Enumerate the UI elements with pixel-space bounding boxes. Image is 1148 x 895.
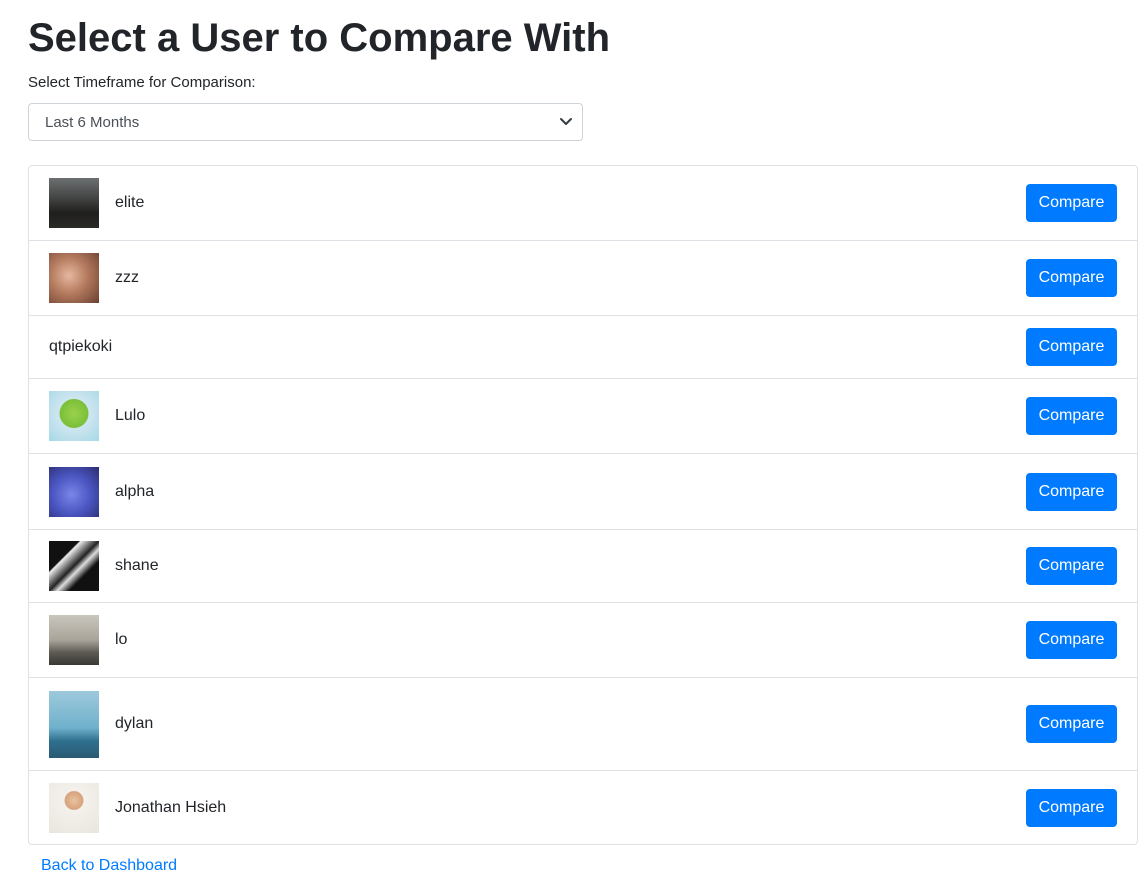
avatar — [49, 615, 99, 665]
user-name: Lulo — [115, 407, 146, 424]
user-name: alpha — [115, 482, 155, 500]
page-container: Select a User to Compare With Select Tim… — [0, 0, 1148, 875]
compare-button[interactable]: Compare — [1026, 705, 1117, 743]
list-item: dylan Compare — [29, 677, 1137, 770]
user-name: Jonathan Hsieh — [115, 798, 227, 816]
timeframe-selected-value: Last 6 Months — [45, 114, 140, 131]
avatar — [49, 391, 99, 441]
list-item: shane Compare — [29, 529, 1137, 602]
chevron-down-icon — [560, 118, 572, 125]
user-name: lo — [115, 631, 128, 648]
list-item: lo Compare — [29, 602, 1137, 677]
page-title: Select a User to Compare With — [28, 16, 611, 60]
user-name: shane — [115, 557, 159, 574]
compare-button[interactable]: Compare — [1026, 547, 1117, 585]
back-to-dashboard-link[interactable]: Back to Dashboard — [41, 857, 177, 875]
list-item: elite Compare — [29, 166, 1137, 240]
list-item: Jonathan Hsieh Compare — [29, 770, 1137, 844]
compare-button[interactable]: Compare — [1026, 184, 1117, 222]
avatar — [49, 782, 99, 833]
avatar — [49, 253, 99, 303]
list-item: alpha Compare — [29, 453, 1137, 529]
compare-button[interactable]: Compare — [1026, 328, 1117, 366]
timeframe-label: Select Timeframe for Comparison: — [28, 74, 256, 91]
timeframe-select[interactable]: Last 6 Months — [28, 103, 583, 141]
user-list: elite Compare zzz Compare qtpiekoki Comp… — [28, 165, 1138, 845]
user-name: qtpiekoki — [49, 338, 113, 355]
list-item: qtpiekoki Compare — [29, 315, 1137, 378]
avatar — [49, 178, 99, 228]
list-item: zzz Compare — [29, 240, 1137, 315]
list-item: Lulo Compare — [29, 378, 1137, 453]
user-name: dylan — [115, 715, 154, 732]
compare-button[interactable]: Compare — [1026, 621, 1117, 659]
avatar — [49, 690, 99, 758]
compare-button[interactable]: Compare — [1026, 259, 1117, 297]
compare-button[interactable]: Compare — [1026, 788, 1117, 827]
avatar — [49, 541, 99, 591]
compare-button[interactable]: Compare — [1026, 472, 1117, 511]
user-name: zzz — [115, 269, 139, 286]
avatar — [49, 466, 99, 517]
user-name: elite — [115, 194, 145, 211]
compare-button[interactable]: Compare — [1026, 397, 1117, 435]
